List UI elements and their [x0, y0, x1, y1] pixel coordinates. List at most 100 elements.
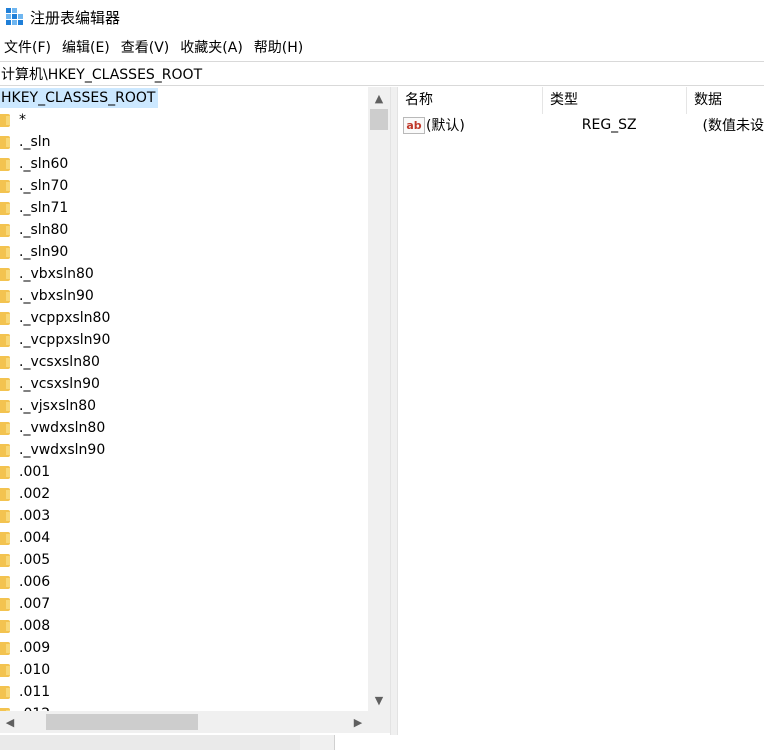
tree-item-label[interactable]: ._sln — [19, 131, 51, 153]
folder-icon — [0, 355, 10, 369]
tree-item[interactable]: .009 — [0, 637, 368, 659]
tree-item-label[interactable]: ._vcppxsln90 — [19, 329, 110, 351]
tree-item-label[interactable]: ._vbxsln90 — [19, 285, 94, 307]
tree-item[interactable]: ._sln60 — [0, 153, 368, 175]
tree-item[interactable]: ._vbxsln80 — [0, 263, 368, 285]
tree-item-label[interactable]: .011 — [19, 681, 50, 703]
tree-item[interactable]: ._vcsxsln90 — [0, 373, 368, 395]
scroll-right-icon[interactable]: ▶ — [348, 711, 368, 733]
tree-item[interactable]: ._sln90 — [0, 241, 368, 263]
folder-icon — [0, 311, 10, 325]
tree-item-label[interactable]: ._sln80 — [19, 219, 68, 241]
tree-item-label[interactable]: .002 — [19, 483, 50, 505]
tree-item-label[interactable]: .008 — [19, 615, 50, 637]
folder-icon — [0, 465, 10, 479]
menu-file[interactable]: 文件(F) — [0, 37, 58, 59]
address-bar[interactable]: 计算机\HKEY_CLASSES_ROOT — [0, 61, 764, 86]
pane-splitter[interactable] — [390, 87, 398, 735]
value-row[interactable]: ab (默认) REG_SZ (数值未设 — [398, 114, 764, 136]
tree-item[interactable]: .012 — [0, 703, 368, 711]
tree-item-label[interactable]: .006 — [19, 571, 50, 593]
tree-root-label[interactable]: HKEY_CLASSES_ROOT — [0, 88, 159, 108]
scroll-up-icon[interactable]: ▲ — [368, 87, 390, 109]
tree-item-label[interactable]: .007 — [19, 593, 50, 615]
tree-item[interactable]: ._vcsxsln80 — [0, 351, 368, 373]
tree-item[interactable]: .008 — [0, 615, 368, 637]
tree-item-label[interactable]: ._sln71 — [19, 197, 68, 219]
background-window-left — [0, 735, 300, 750]
tree-item-label[interactable]: ._vcppxsln80 — [19, 307, 110, 329]
column-header-type[interactable]: 类型 — [543, 87, 688, 114]
tree-item-label[interactable]: .005 — [19, 549, 50, 571]
tree-item[interactable]: ._sln70 — [0, 175, 368, 197]
tree-item-label[interactable]: ._sln60 — [19, 153, 68, 175]
tree-item-label[interactable]: ._sln70 — [19, 175, 68, 197]
tree-item-label[interactable]: ._vwdxsln90 — [19, 439, 105, 461]
string-value-icon: ab — [403, 116, 425, 134]
tree-item[interactable]: ._sln71 — [0, 197, 368, 219]
tree-item[interactable]: ._vwdxsln80 — [0, 417, 368, 439]
folder-icon — [0, 267, 10, 281]
background-window-strip — [0, 735, 764, 750]
tree-item[interactable]: .007 — [0, 593, 368, 615]
tree-horizontal-scrollbar[interactable]: ◀ ▶ — [0, 711, 368, 733]
vertical-scroll-thumb[interactable] — [370, 109, 388, 130]
tree-item[interactable]: .001 — [0, 461, 368, 483]
menu-view[interactable]: 查看(V) — [117, 37, 177, 59]
regedit-icon — [6, 8, 24, 26]
tree-item[interactable]: .005 — [0, 549, 368, 571]
tree-item[interactable]: ._vwdxsln90 — [0, 439, 368, 461]
tree-item-label[interactable]: .001 — [19, 461, 50, 483]
tree-item[interactable]: ._sln — [0, 131, 368, 153]
folder-icon — [0, 487, 10, 501]
folder-icon — [0, 333, 10, 347]
tree-item[interactable]: ._vcppxsln90 — [0, 329, 368, 351]
tree-item-label[interactable]: * — [19, 109, 26, 131]
tree-item-label[interactable]: .004 — [19, 527, 50, 549]
folder-icon — [0, 201, 10, 215]
tree-item[interactable]: .003 — [0, 505, 368, 527]
tree-item-label[interactable]: .012 — [19, 703, 50, 711]
folder-icon — [0, 399, 10, 413]
tree-item[interactable]: ._sln80 — [0, 219, 368, 241]
menu-edit[interactable]: 编辑(E) — [58, 37, 117, 59]
tree-item-label[interactable]: .009 — [19, 637, 50, 659]
tree-item[interactable]: ._vjsxsln80 — [0, 395, 368, 417]
tree-item[interactable]: ._vbxsln90 — [0, 285, 368, 307]
value-list-pane: 名称 类型 数据 ab (默认) REG_SZ (数值未设 — [398, 87, 764, 735]
tree-root-item[interactable]: HKEY_CLASSES_ROOT — [0, 87, 368, 109]
tree-vertical-scrollbar[interactable]: ▲ ▼ — [368, 87, 390, 711]
tree-item[interactable]: ._vcppxsln80 — [0, 307, 368, 329]
column-header-data[interactable]: 数据 — [687, 87, 764, 114]
folder-icon — [0, 245, 10, 259]
menu-bar: 文件(F) 编辑(E) 查看(V) 收藏夹(A) 帮助(H) — [0, 37, 310, 59]
menu-favorites[interactable]: 收藏夹(A) — [176, 37, 250, 59]
tree-item[interactable]: .004 — [0, 527, 368, 549]
tree-item-label[interactable]: .003 — [19, 505, 50, 527]
folder-icon — [0, 553, 10, 567]
scroll-left-icon[interactable]: ◀ — [0, 711, 20, 733]
tree-item-label[interactable]: ._vcsxsln90 — [19, 373, 100, 395]
folder-icon — [0, 575, 10, 589]
folder-icon — [0, 619, 10, 633]
tree-item[interactable]: * — [0, 109, 368, 131]
tree-item-label[interactable]: ._vwdxsln80 — [19, 417, 105, 439]
tree-item-label[interactable]: ._vcsxsln80 — [19, 351, 100, 373]
tree-item[interactable]: .002 — [0, 483, 368, 505]
tree-item[interactable]: .010 — [0, 659, 368, 681]
folder-icon — [0, 377, 10, 391]
menu-help[interactable]: 帮助(H) — [250, 37, 310, 59]
tree-item-label[interactable]: ._vbxsln80 — [19, 263, 94, 285]
title-bar: 注册表编辑器 — [0, 0, 764, 34]
tree-item[interactable]: .006 — [0, 571, 368, 593]
tree-item-label[interactable]: ._vjsxsln80 — [19, 395, 96, 417]
horizontal-scroll-thumb[interactable] — [46, 714, 198, 730]
tree-item-label[interactable]: .010 — [19, 659, 50, 681]
address-path[interactable]: 计算机\HKEY_CLASSES_ROOT — [1, 64, 202, 84]
tree-item-label[interactable]: ._sln90 — [19, 241, 68, 263]
column-header-name[interactable]: 名称 — [398, 87, 544, 114]
window-title: 注册表编辑器 — [30, 8, 121, 27]
folder-icon — [0, 113, 10, 127]
tree-item[interactable]: .011 — [0, 681, 368, 703]
scroll-down-icon[interactable]: ▼ — [368, 689, 390, 711]
